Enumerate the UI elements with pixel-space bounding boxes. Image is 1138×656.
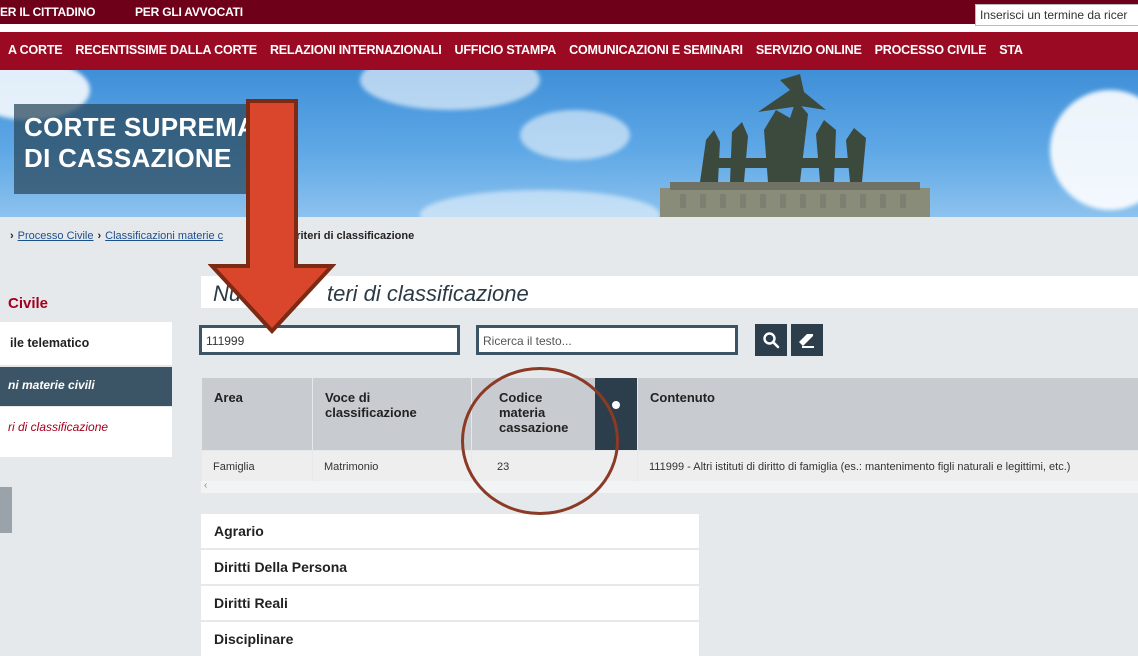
nav-item-ufficio-stampa[interactable]: UFFICIO STAMPA xyxy=(455,43,557,57)
table-header-voce[interactable]: Voce di classificazione xyxy=(313,378,471,450)
table-header-contenuto[interactable]: Contenuto xyxy=(638,378,1138,450)
search-icon xyxy=(763,332,780,349)
sidebar-title: Civile xyxy=(8,295,49,312)
nav-item-sta[interactable]: STA xyxy=(999,43,1023,57)
sidebar-item-telematico[interactable]: ile telematico xyxy=(0,322,172,365)
nav-item-corte[interactable]: A CORTE xyxy=(8,43,63,57)
table-cell-contenuto: 111999 - Altri istituti di diritto di fa… xyxy=(638,451,1138,481)
nav-item-recentissime[interactable]: RECENTISSIME DALLA CORTE xyxy=(75,43,257,57)
scroll-left-icon[interactable]: ‹ xyxy=(204,480,207,491)
accordion-item-disciplinare[interactable]: Disciplinare xyxy=(201,622,699,656)
site-search-input[interactable]: Inserisci un termine da ricer xyxy=(975,4,1138,26)
accordion-item-diritti-persona[interactable]: Diritti Della Persona xyxy=(201,550,699,584)
search-button[interactable] xyxy=(755,324,787,356)
annotation-arrow-icon xyxy=(208,99,336,334)
breadcrumb-chevron-icon: › xyxy=(97,230,102,242)
link-per-gli-avvocati[interactable]: PER GLI AVVOCATI xyxy=(135,5,243,19)
nav-item-relazioni[interactable]: RELAZIONI INTERNAZIONALI xyxy=(270,43,442,57)
table-cell-area: Famiglia xyxy=(202,451,312,481)
sidebar-item-criteri[interactable]: ri di classificazione xyxy=(0,407,172,457)
page-title: teri di classificazione xyxy=(327,281,529,306)
sidebar-item-label: ile telematico xyxy=(10,336,90,350)
sidebar-item-label: ri di classificazione xyxy=(8,420,109,434)
scrollbar[interactable] xyxy=(0,487,12,533)
annotation-circle xyxy=(461,367,619,515)
table-cell-voce: Matrimonio xyxy=(313,451,471,481)
quadriga-statue-image xyxy=(660,74,930,217)
nav-item-comunicazioni[interactable]: COMUNICAZIONI E SEMINARI xyxy=(569,43,743,57)
breadcrumb-chevron-icon: › xyxy=(10,230,14,242)
nav-item-servizio-online[interactable]: SERVIZIO ONLINE xyxy=(756,43,862,57)
sidebar-item-classificazioni[interactable]: ni materie civili xyxy=(0,367,172,406)
text-search-input[interactable]: Ricerca il testo... xyxy=(476,325,738,355)
breadcrumb-link-processo-civile[interactable]: Processo Civile xyxy=(18,230,94,242)
nav-item-processo-civile[interactable]: PROCESSO CIVILE xyxy=(875,43,987,57)
accordion-item-diritti-reali[interactable]: Diritti Reali xyxy=(201,586,699,620)
table-horizontal-scrollbar[interactable]: ‹ xyxy=(201,480,1138,493)
breadcrumb-link-classificazioni[interactable]: Classificazioni materie c xyxy=(105,230,223,242)
eraser-icon xyxy=(799,334,814,348)
link-per-il-cittadino[interactable]: ER IL CITTADINO xyxy=(0,5,95,19)
table-header-area[interactable]: Area xyxy=(202,378,312,450)
clear-button[interactable] xyxy=(791,324,823,356)
main-nav-links: A CORTE RECENTISSIME DALLA CORTE RELAZIONI… xyxy=(8,43,1036,57)
sidebar-item-label: ni materie civili xyxy=(8,378,95,392)
accordion-item-agrario[interactable]: Agrario xyxy=(201,514,699,548)
